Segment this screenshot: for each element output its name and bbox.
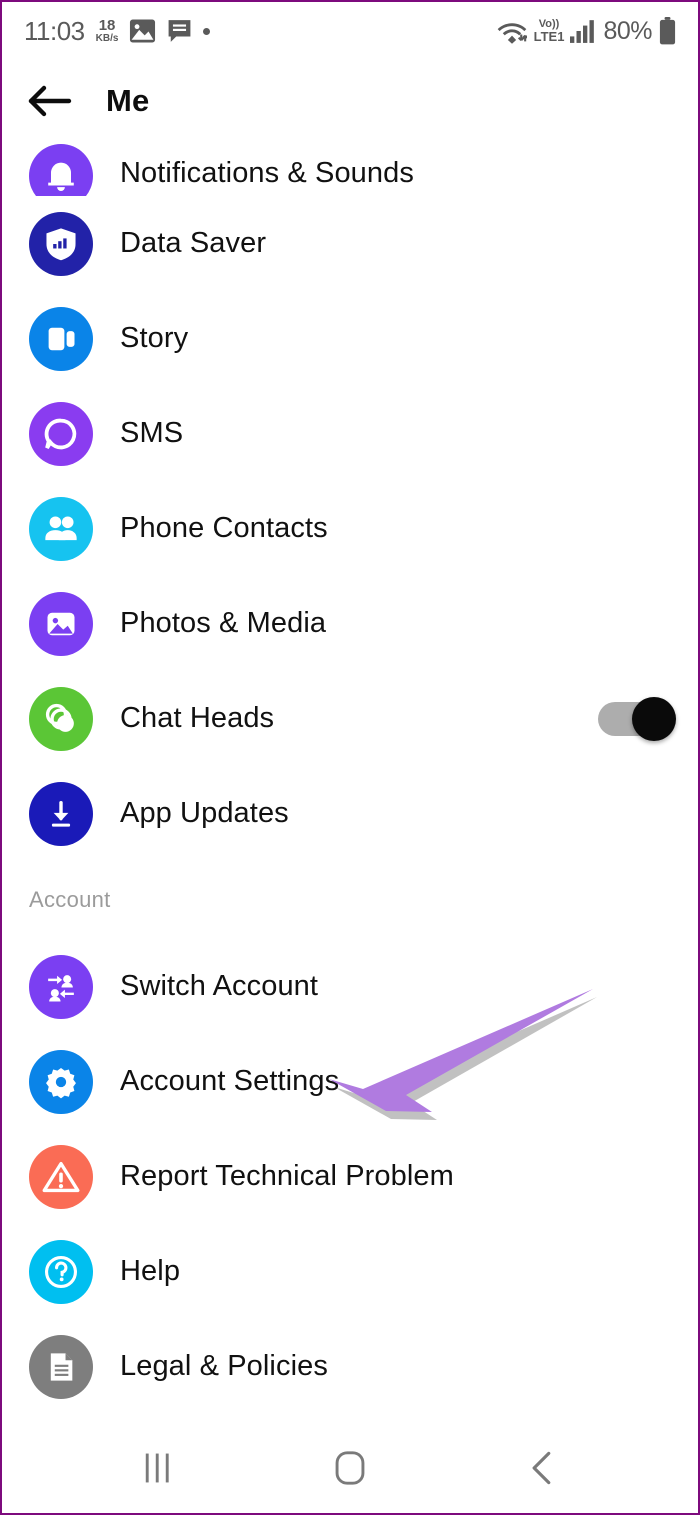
list-item-label: Report Technical Problem	[120, 1160, 454, 1192]
list-item-label: Photos & Media	[120, 607, 327, 639]
signal-bars-icon	[570, 19, 596, 43]
story-cards-icon	[29, 306, 93, 371]
battery-percent: 80%	[603, 16, 652, 45]
phone-screen: 11:03 18 KB/s Vo)) LTE1 80% Me Notificat…	[2, 2, 698, 1513]
status-clock: 11:03	[24, 15, 85, 46]
list-item-legal-policies[interactable]: Legal & Policies	[2, 1319, 698, 1414]
list-item-report-technical-problem[interactable]: Report Technical Problem	[2, 1129, 698, 1224]
status-bar-right: Vo)) LTE1 80%	[497, 17, 676, 46]
list-item-label: Switch Account	[120, 970, 319, 1002]
list-item-data-saver[interactable]: Data Saver	[2, 196, 698, 291]
back-arrow-icon[interactable]	[28, 84, 72, 118]
list-item-label: Help	[120, 1255, 181, 1287]
list-item-label: Notifications & Sounds	[120, 157, 414, 189]
list-item-account-settings[interactable]: Account Settings	[2, 1034, 698, 1129]
network-speed-indicator: 18 KB/s	[96, 18, 119, 44]
page-title: Me	[106, 83, 150, 118]
chat-bubbles-icon	[29, 686, 93, 751]
list-item-phone-contacts[interactable]: Phone Contacts	[2, 481, 698, 576]
list-item-label: App Updates	[120, 797, 289, 829]
download-icon	[29, 781, 93, 846]
list-item-switch-account[interactable]: Switch Account	[2, 939, 698, 1034]
app-bar: Me	[2, 60, 698, 142]
gear-icon	[29, 1049, 93, 1114]
people-icon	[29, 496, 93, 561]
status-bar: 11:03 18 KB/s Vo)) LTE1 80%	[2, 2, 698, 60]
back-chevron-icon[interactable]	[497, 1450, 587, 1486]
list-item-label: Story	[120, 322, 189, 354]
speech-bubble-icon	[29, 401, 93, 466]
list-item-notifications-sounds[interactable]: Notifications & Sounds	[2, 142, 698, 196]
message-icon	[167, 19, 192, 43]
chat-heads-toggle[interactable]	[598, 696, 676, 741]
photo-icon	[129, 19, 156, 43]
volte-indicator: Vo)) LTE1	[533, 19, 565, 44]
list-item-photos-media[interactable]: Photos & Media	[2, 576, 698, 671]
volte-label-bottom: LTE1	[533, 29, 565, 44]
toggle-knob	[632, 696, 676, 741]
list-item-label: Data Saver	[120, 227, 267, 259]
switch-account-icon	[29, 954, 93, 1019]
warning-triangle-icon	[29, 1144, 93, 1209]
home-icon[interactable]	[305, 1450, 395, 1486]
image-icon	[29, 591, 93, 656]
navigation-bar	[2, 1423, 698, 1513]
recents-icon[interactable]	[113, 1451, 203, 1485]
list-item-label: Account Settings	[120, 1065, 340, 1097]
shield-bars-icon	[29, 211, 93, 276]
list-item-app-updates[interactable]: App Updates	[2, 766, 698, 861]
dot-indicator	[203, 27, 211, 35]
list-item-chat-heads[interactable]: Chat Heads	[2, 671, 698, 766]
list-item-sms[interactable]: SMS	[2, 386, 698, 481]
settings-list: Notifications & Sounds Data Saver Story …	[2, 142, 698, 1423]
document-icon	[29, 1334, 93, 1399]
list-item-story[interactable]: Story	[2, 291, 698, 386]
network-speed-unit: KB/s	[95, 33, 119, 44]
section-header-account: Account	[29, 887, 111, 912]
wifi-icon	[497, 18, 527, 44]
question-mark-icon	[29, 1239, 93, 1304]
list-item-label: Legal & Policies	[120, 1350, 328, 1382]
status-bar-left: 11:03 18 KB/s	[24, 15, 211, 47]
battery-icon	[659, 17, 676, 45]
list-item-label: Phone Contacts	[120, 512, 328, 544]
list-item-label: Chat Heads	[120, 702, 275, 734]
bell-icon	[29, 144, 93, 196]
list-item-label: SMS	[120, 417, 184, 449]
list-item-help[interactable]: Help	[2, 1224, 698, 1319]
network-speed-value: 18	[98, 17, 116, 34]
